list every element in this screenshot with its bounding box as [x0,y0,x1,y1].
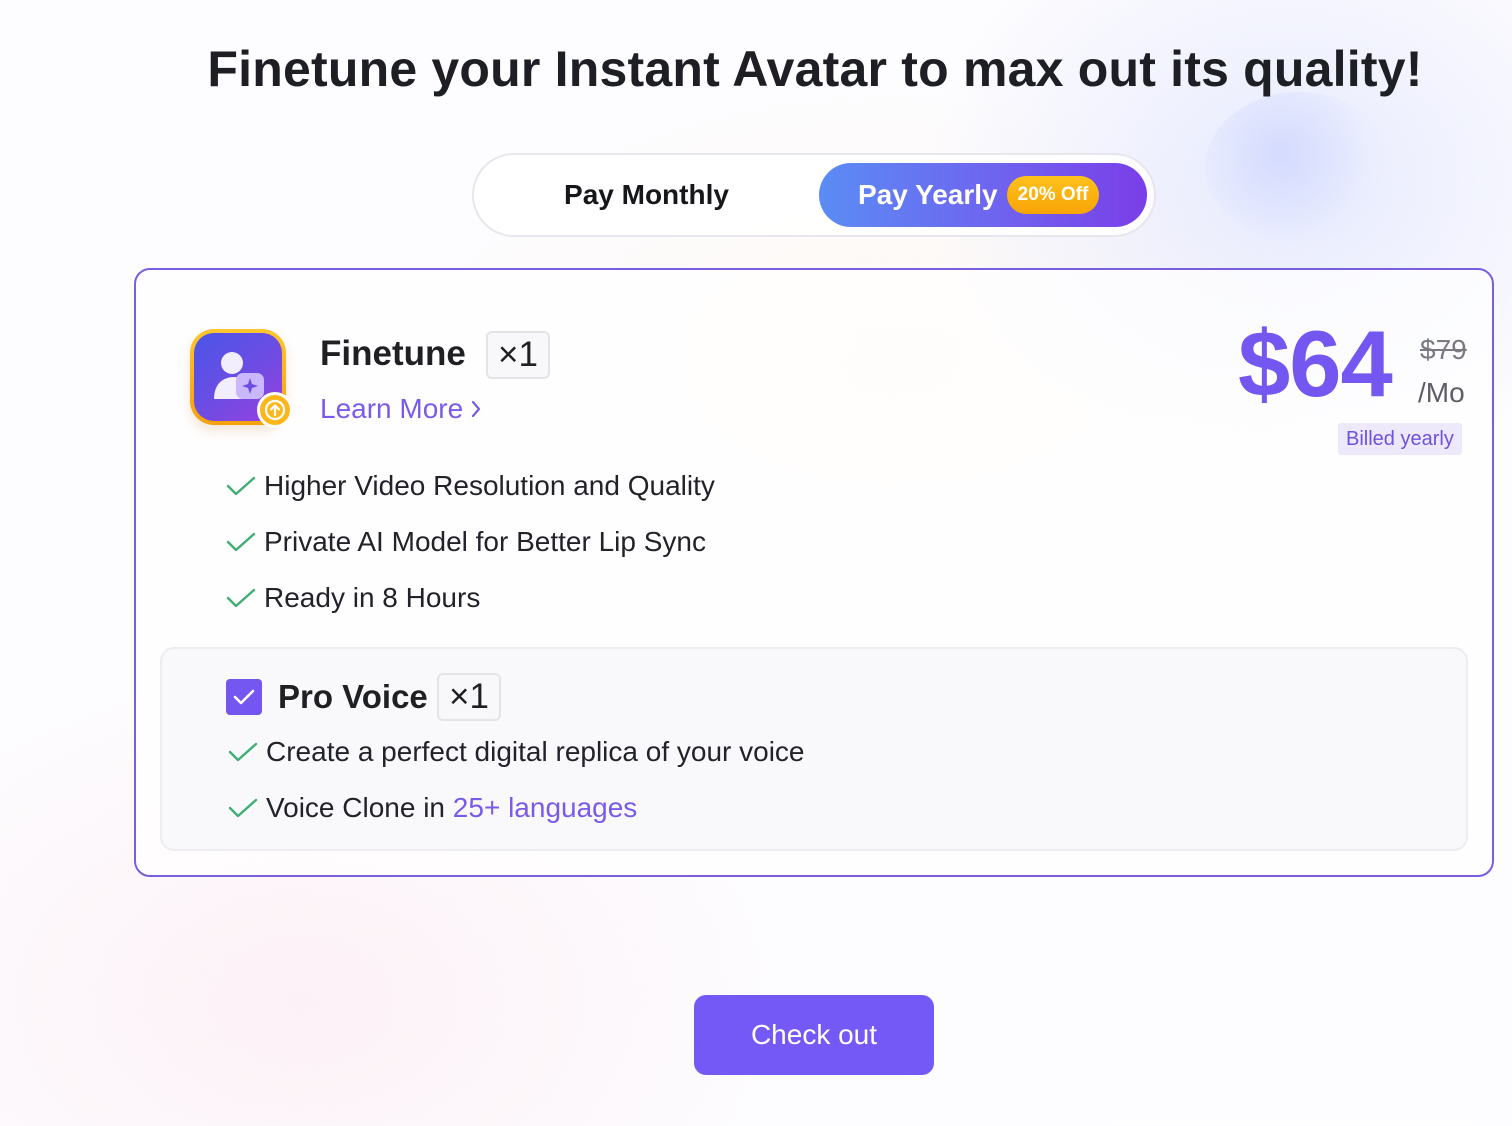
product-quantity-badge: ×1 [486,331,550,379]
price-value: $64 [1238,311,1393,416]
addon-name: Pro Voice [278,678,428,715]
addon-feature-item: Create a perfect digital replica of your… [228,736,805,768]
check-icon [226,476,256,496]
product-name: Finetune [320,334,466,373]
discount-badge: 20% Off [1006,176,1100,214]
pay-yearly-label: Pay Yearly [858,179,998,210]
billed-yearly-badge: Billed yearly [1338,423,1462,455]
upgrade-arrow-icon [257,392,293,428]
page-title: Finetune your Instant Avatar to max out … [207,41,1423,97]
billing-toggle: Pay Monthly Pay Yearly 20% Off [472,153,1156,237]
addon-feature-text: Voice Clone in [266,792,453,823]
feature-item: Private AI Model for Better Lip Sync [226,526,706,558]
price-period: /Mo [1418,377,1465,408]
learn-more-label: Learn More [320,393,464,424]
feature-item: Higher Video Resolution and Quality [226,470,715,502]
addon-feature-item: Voice Clone in 25+ languages [228,792,637,824]
checkmark-icon [233,689,255,705]
feature-text: Private AI Model for Better Lip Sync [264,526,706,557]
avatar-sparkle-icon [214,352,264,399]
checkout-button[interactable]: Check out [694,995,934,1075]
pro-voice-checkbox[interactable] [226,679,262,715]
check-icon [226,588,256,608]
addon-quantity-badge: ×1 [437,673,501,721]
background-decoration [1205,92,1395,242]
original-price: $79 [1420,334,1467,365]
chevron-right-icon [472,400,481,418]
feature-item: Ready in 8 Hours [226,582,480,614]
check-icon [228,798,258,818]
addon-feature-text: Create a perfect digital replica of your… [266,736,805,767]
check-icon [226,532,256,552]
pay-monthly-option[interactable]: Pay Monthly [474,155,819,235]
languages-highlight: 25+ languages [452,792,638,823]
feature-text: Higher Video Resolution and Quality [264,470,715,501]
check-icon [228,742,258,762]
feature-text: Ready in 8 Hours [264,582,481,613]
pay-yearly-option[interactable]: Pay Yearly 20% Off [819,163,1147,227]
learn-more-link[interactable]: Learn More [320,393,481,425]
